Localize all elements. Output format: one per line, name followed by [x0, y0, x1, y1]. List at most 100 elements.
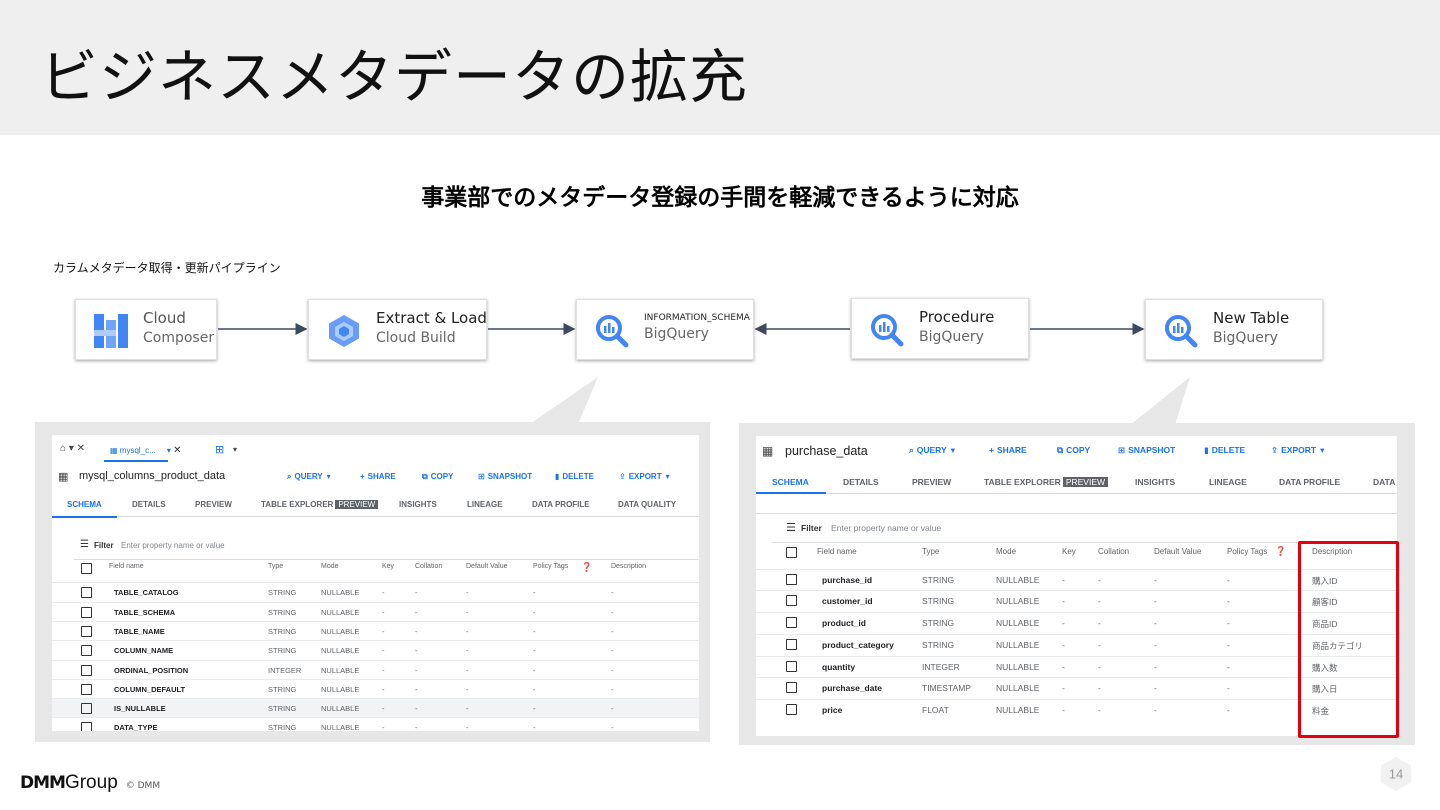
snapshot-button[interactable]: ⊞ SNAPSHOT: [1118, 445, 1175, 456]
copy-button[interactable]: ⧉ COPY: [1057, 445, 1090, 456]
tab-6[interactable]: DATA PROFILE: [532, 500, 590, 509]
filter-icon[interactable]: ☰: [786, 521, 796, 534]
field-name[interactable]: quantity: [822, 662, 855, 672]
field-name[interactable]: purchase_date: [822, 683, 882, 693]
select-all-checkbox[interactable]: [81, 563, 92, 574]
filter-bar[interactable]: ☰ Filter Enter property name or value: [756, 521, 1397, 535]
export-button[interactable]: ⇪ EXPORT ▾: [619, 472, 670, 481]
tab-label: PREVIEW: [912, 477, 952, 487]
tab-1[interactable]: DETAILS: [132, 500, 166, 509]
tab-1[interactable]: DETAILS: [843, 477, 879, 487]
cell-value: -: [382, 704, 385, 714]
field-name[interactable]: TABLE_CATALOG: [114, 588, 179, 597]
cell-value: -: [466, 723, 469, 731]
field-name[interactable]: TABLE_NAME: [114, 627, 165, 636]
share-button[interactable]: + SHARE: [360, 472, 396, 481]
footer-logo: DMMGroup © DMM: [20, 772, 160, 794]
tab-4[interactable]: INSIGHTS: [399, 500, 437, 509]
cell-value: -: [1098, 596, 1101, 607]
row-checkbox[interactable]: [786, 595, 797, 607]
field-name[interactable]: COLUMN_DEFAULT: [114, 685, 185, 694]
row-checkbox[interactable]: [81, 645, 92, 657]
query-button[interactable]: ⌕ QUERY ▾: [909, 445, 955, 456]
row-checkbox[interactable]: [81, 625, 92, 637]
tab-mysql[interactable]: ▦ mysql_c... ▾ ✕: [110, 445, 182, 456]
row-checkbox[interactable]: [786, 660, 797, 672]
node-line2: BigQuery: [644, 326, 709, 342]
row-checkbox[interactable]: [81, 722, 92, 731]
table-row[interactable]: TABLE_CATALOG STRING NULLABLE - - - - -: [52, 582, 699, 601]
row-checkbox[interactable]: [786, 682, 797, 694]
tab-3[interactable]: TABLE EXPLORER PREVIEW: [261, 500, 379, 509]
cell-value: -: [533, 704, 536, 714]
chevron-down-icon[interactable]: ▾: [233, 445, 237, 454]
new-tab-icon[interactable]: ⊞: [215, 443, 224, 456]
pipeline-node-procedure: Procedure BigQuery: [851, 298, 1029, 359]
row-checkbox[interactable]: [81, 703, 92, 715]
field-name[interactable]: TABLE_SCHEMA: [114, 608, 175, 617]
table-row[interactable]: DATA_TYPE STRING NULLABLE - - - - -: [52, 717, 699, 731]
cell-value: -: [1227, 683, 1230, 694]
tab-5[interactable]: LINEAGE: [467, 500, 503, 509]
node-line2: Cloud Build: [376, 330, 456, 346]
tab-0[interactable]: SCHEMA: [67, 500, 102, 509]
tab-6[interactable]: DATA PROFILE: [1279, 477, 1340, 487]
table-row[interactable]: IS_NULLABLE STRING NULLABLE - - - - -: [52, 698, 699, 718]
field-name[interactable]: COLUMN_NAME: [114, 646, 173, 655]
table-row[interactable]: ORDINAL_POSITION INTEGER NULLABLE - - - - -: [52, 659, 699, 679]
row-checkbox[interactable]: [786, 573, 797, 585]
help-icon[interactable]: ❓: [1275, 546, 1286, 557]
filter-input[interactable]: Enter property name or value: [831, 523, 941, 533]
snapshot-button[interactable]: ⊞ SNAPSHOT: [478, 472, 532, 481]
row-checkbox[interactable]: [81, 606, 92, 618]
field-name[interactable]: DATA_TYPE: [114, 723, 157, 731]
row-checkbox[interactable]: [786, 617, 797, 629]
field-name[interactable]: product_category: [822, 640, 894, 650]
home-icon[interactable]: ⌂ ▾ ✕: [60, 443, 85, 454]
row-checkbox[interactable]: [81, 587, 92, 599]
copy-button[interactable]: ⧉ COPY: [422, 472, 453, 482]
cell-value: NULLABLE: [996, 574, 1040, 585]
action-label: EXPORT: [1281, 445, 1317, 455]
field-name[interactable]: IS_NULLABLE: [114, 704, 166, 713]
tab-2[interactable]: PREVIEW: [912, 477, 951, 487]
row-checkbox[interactable]: [786, 638, 797, 650]
row-checkbox[interactable]: [786, 703, 797, 715]
tab-5[interactable]: LINEAGE: [1209, 477, 1247, 487]
tab-7[interactable]: DATA: [1373, 477, 1395, 487]
table-row[interactable]: COLUMN_DEFAULT STRING NULLABLE - - - - -: [52, 678, 699, 698]
tab-3[interactable]: TABLE EXPLORER PREVIEW: [984, 477, 1109, 487]
help-icon[interactable]: ❓: [581, 562, 592, 573]
filter-bar[interactable]: ☰ Filter Enter property name or value: [52, 539, 699, 553]
table-row[interactable]: TABLE_NAME STRING NULLABLE - - - - -: [52, 620, 699, 640]
select-all-checkbox[interactable]: [786, 547, 797, 558]
share-button[interactable]: + SHARE: [989, 445, 1027, 455]
tab-4[interactable]: INSIGHTS: [1135, 477, 1175, 487]
field-name[interactable]: product_id: [822, 618, 866, 628]
delete-button[interactable]: ▮ DELETE: [555, 472, 594, 481]
filter-input[interactable]: Enter property name or value: [121, 541, 225, 550]
action-label: SHARE: [996, 445, 1027, 455]
table-row[interactable]: COLUMN_NAME STRING NULLABLE - - - - -: [52, 640, 699, 659]
tab-7[interactable]: DATA QUALITY: [618, 500, 676, 509]
row-checkbox[interactable]: [81, 683, 92, 695]
field-name[interactable]: ORDINAL_POSITION: [114, 666, 188, 675]
cell-value: -: [415, 626, 418, 636]
row-checkbox[interactable]: [81, 664, 92, 676]
field-name[interactable]: purchase_id: [822, 575, 872, 585]
page-number: 14: [1389, 767, 1403, 782]
filter-icon[interactable]: ☰: [80, 539, 89, 550]
query-button[interactable]: ⌕ QUERY ▾: [287, 472, 331, 482]
field-name[interactable]: price: [822, 705, 842, 715]
pipeline-label: カラムメタデータ取得・更新パイプライン: [53, 261, 281, 275]
delete-button[interactable]: ▮ DELETE: [1204, 445, 1245, 456]
field-name[interactable]: customer_id: [822, 596, 873, 606]
column-header: Default Value: [1154, 547, 1202, 556]
export-button[interactable]: ⇪ EXPORT ▾: [1271, 445, 1324, 456]
cell-value: -: [533, 684, 536, 694]
tab-0[interactable]: SCHEMA: [772, 477, 809, 487]
cell-value: -: [533, 626, 536, 636]
tab-2[interactable]: PREVIEW: [195, 500, 232, 509]
cell-value: -: [382, 684, 385, 694]
table-row[interactable]: TABLE_SCHEMA STRING NULLABLE - - - - -: [52, 601, 699, 621]
